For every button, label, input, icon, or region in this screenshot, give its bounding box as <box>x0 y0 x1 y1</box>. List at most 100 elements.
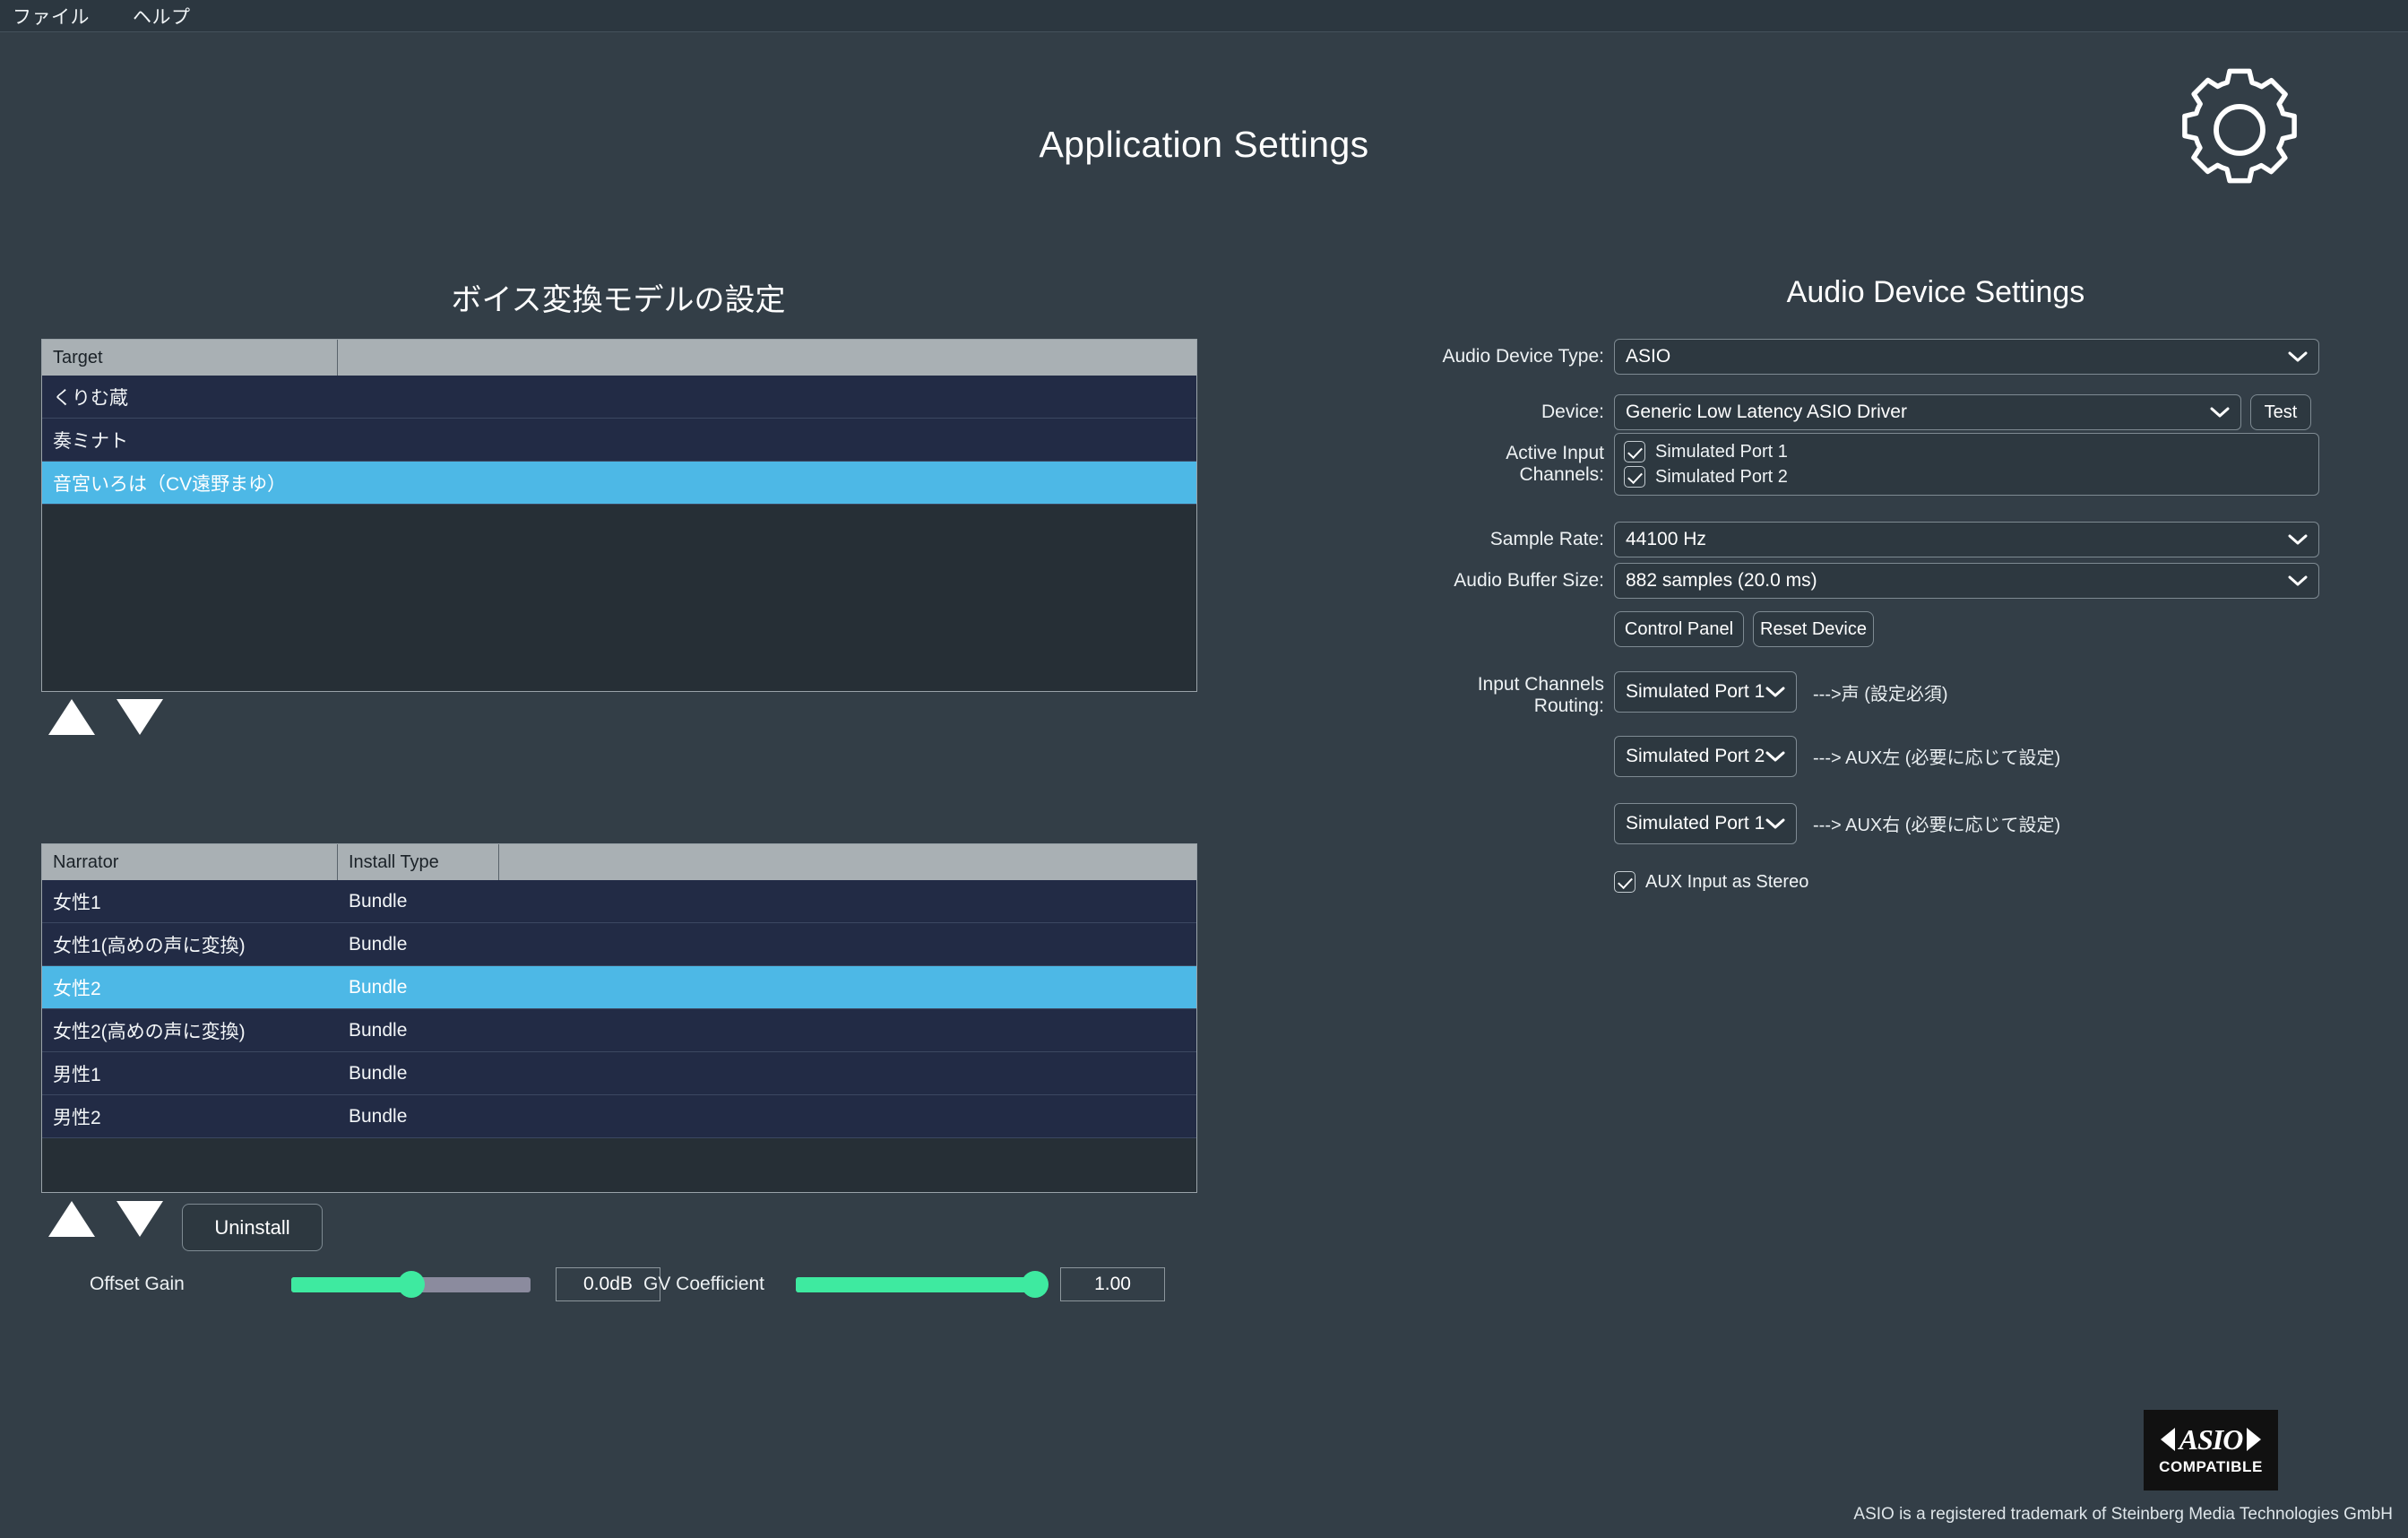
table-row[interactable]: くりむ蔵 <box>42 376 1196 419</box>
active-input-channels-list: Simulated Port 1 Simulated Port 2 <box>1614 433 2319 496</box>
application-window: ファイル ヘルプ Application Settings ボイス変換モデルの設… <box>0 0 2408 1538</box>
target-name: くりむ蔵 <box>42 376 1196 418</box>
active-input-channels-field: Active Input Channels: Simulated Port 1 … <box>1425 433 2321 496</box>
table-row[interactable]: 男性2 Bundle <box>42 1095 1196 1138</box>
input-channel-label: Simulated Port 2 <box>1655 467 1788 488</box>
routing-target-voice: --->声 (設定必須) <box>1813 679 1948 705</box>
input-channels-routing-field: Input Channels Routing: Simulated Port 1… <box>1425 661 2408 894</box>
routing-select-aux-right[interactable]: Simulated Port 1 <box>1614 803 1797 844</box>
asio-logo-word: ASIO <box>2179 1425 2243 1454</box>
gear-icon[interactable] <box>2181 68 2298 185</box>
audio-buffer-size-label: Audio Buffer Size: <box>1425 570 1604 592</box>
narrator-table[interactable]: Narrator Install Type 女性1 Bundle 女性1(高めの… <box>41 843 1197 1193</box>
audio-device-type-field: Audio Device Type: ASIO <box>1425 339 2321 375</box>
column-header-install-type[interactable]: Install Type <box>338 844 499 880</box>
chevron-down-icon <box>1765 686 1785 698</box>
sample-rate-select[interactable]: 44100 Hz <box>1614 522 2319 557</box>
audio-device-section-title: Audio Device Settings <box>1488 275 2384 310</box>
input-channel-label: Simulated Port 1 <box>1655 442 1788 462</box>
caret-left-icon <box>2161 1428 2175 1451</box>
narrator-name: 女性1 <box>42 880 338 922</box>
target-table[interactable]: Target くりむ蔵 奏ミナト 音宮いろは（CV遠野まゆ） <box>41 339 1197 692</box>
routing-target-aux-left: ---> AUX左 (必要に応じて設定) <box>1813 743 2060 769</box>
column-header-narrator-blank[interactable] <box>499 844 1196 880</box>
routing-row: Simulated Port 1 --->声 (設定必須) <box>1614 661 2060 722</box>
chevron-down-icon <box>1765 750 1785 763</box>
table-row[interactable]: 女性1 Bundle <box>42 880 1196 923</box>
triangle-down-icon[interactable] <box>117 1201 163 1237</box>
sample-rate-field: Sample Rate: 44100 Hz <box>1425 522 2321 557</box>
asio-logo-row: ASIO <box>2161 1425 2262 1454</box>
menu-item-help[interactable]: ヘルプ <box>133 3 191 30</box>
sample-rate-value: 44100 Hz <box>1626 529 2288 550</box>
narrator-install-type: Bundle <box>338 1052 1196 1094</box>
narrator-install-type: Bundle <box>338 880 1196 922</box>
routing-value: Simulated Port 2 <box>1626 746 1765 767</box>
routing-select-voice[interactable]: Simulated Port 1 <box>1614 671 1797 713</box>
table-row[interactable]: 奏ミナト <box>42 419 1196 462</box>
audio-device-type-value: ASIO <box>1626 346 2288 367</box>
offset-gain-row: Offset Gain 0.0dB <box>90 1267 660 1301</box>
menu-bar: ファイル ヘルプ <box>0 0 2408 32</box>
uninstall-button[interactable]: Uninstall <box>182 1204 323 1251</box>
narrator-name: 女性1(高めの声に変換) <box>42 923 338 965</box>
gv-coefficient-thumb[interactable] <box>1022 1271 1049 1298</box>
narrator-name: 男性2 <box>42 1095 338 1137</box>
chevron-down-icon <box>2210 406 2230 419</box>
triangle-up-icon[interactable] <box>48 699 95 735</box>
routing-select-aux-left[interactable]: Simulated Port 2 <box>1614 736 1797 777</box>
table-row[interactable]: 女性2(高めの声に変換) Bundle <box>42 1009 1196 1052</box>
sample-rate-label: Sample Rate: <box>1425 529 1604 550</box>
target-reorder-controls <box>48 699 163 735</box>
input-channel-item[interactable]: Simulated Port 1 <box>1624 439 2309 464</box>
reset-device-button[interactable]: Reset Device <box>1753 611 1874 647</box>
narrator-table-header: Narrator Install Type <box>42 844 1196 880</box>
chevron-down-icon <box>2288 533 2308 546</box>
column-header-target-blank[interactable] <box>338 340 1196 376</box>
table-row[interactable]: 男性1 Bundle <box>42 1052 1196 1095</box>
checkbox-simulated-port-1[interactable] <box>1624 441 1645 462</box>
page-title: Application Settings <box>0 124 2408 166</box>
gv-coefficient-slider[interactable] <box>796 1277 1035 1292</box>
control-panel-button[interactable]: Control Panel <box>1614 611 1744 647</box>
offset-gain-label: Offset Gain <box>90 1274 206 1295</box>
device-select[interactable]: Generic Low Latency ASIO Driver <box>1614 394 2241 430</box>
table-row[interactable]: 女性1(高めの声に変換) Bundle <box>42 923 1196 966</box>
column-header-narrator[interactable]: Narrator <box>42 844 338 880</box>
checkbox-aux-input-as-stereo[interactable] <box>1614 871 1636 893</box>
chevron-down-icon <box>1765 817 1785 830</box>
routing-value: Simulated Port 1 <box>1626 681 1765 703</box>
audio-buffer-size-select[interactable]: 882 samples (20.0 ms) <box>1614 563 2319 599</box>
triangle-down-icon[interactable] <box>117 699 163 735</box>
menu-item-file[interactable]: ファイル <box>13 3 90 30</box>
device-value: Generic Low Latency ASIO Driver <box>1626 402 2210 423</box>
aux-stereo-row[interactable]: AUX Input as Stereo <box>1614 869 2060 894</box>
audio-buffer-size-value: 882 samples (20.0 ms) <box>1626 570 2288 592</box>
device-label: Device: <box>1425 402 1604 423</box>
audio-device-type-label: Audio Device Type: <box>1425 346 1604 367</box>
narrator-reorder-controls <box>48 1201 163 1237</box>
aux-stereo-label: AUX Input as Stereo <box>1645 872 1808 893</box>
column-header-target[interactable]: Target <box>42 340 338 376</box>
routing-row: Simulated Port 2 ---> AUX左 (必要に応じて設定) <box>1614 722 2060 790</box>
chevron-down-icon <box>2288 350 2308 363</box>
audio-device-type-select[interactable]: ASIO <box>1614 339 2319 375</box>
table-row-selected[interactable]: 音宮いろは（CV遠野まゆ） <box>42 462 1196 505</box>
input-channel-item[interactable]: Simulated Port 2 <box>1624 464 2309 489</box>
table-row-selected[interactable]: 女性2 Bundle <box>42 966 1196 1009</box>
gv-coefficient-label: GV Coefficient <box>643 1274 778 1295</box>
narrator-name: 女性2 <box>42 966 338 1008</box>
offset-gain-slider[interactable] <box>291 1277 531 1292</box>
voice-model-section-title: ボイス変換モデルの設定 <box>0 275 1237 319</box>
trademark-notice: ASIO is a registered trademark of Steinb… <box>0 1505 2393 1525</box>
checkbox-simulated-port-2[interactable] <box>1624 466 1645 488</box>
chevron-down-icon <box>2288 575 2308 587</box>
narrator-name: 男性1 <box>42 1052 338 1094</box>
test-button[interactable]: Test <box>2250 394 2311 430</box>
asio-compatible-logo: ASIO COMPATIBLE <box>2144 1410 2278 1490</box>
gv-coefficient-value[interactable]: 1.00 <box>1060 1267 1165 1301</box>
narrator-name: 女性2(高めの声に変換) <box>42 1009 338 1051</box>
triangle-up-icon[interactable] <box>48 1201 95 1237</box>
input-channels-routing-label: Input Channels Routing: <box>1425 661 1604 717</box>
offset-gain-thumb[interactable] <box>398 1271 425 1298</box>
